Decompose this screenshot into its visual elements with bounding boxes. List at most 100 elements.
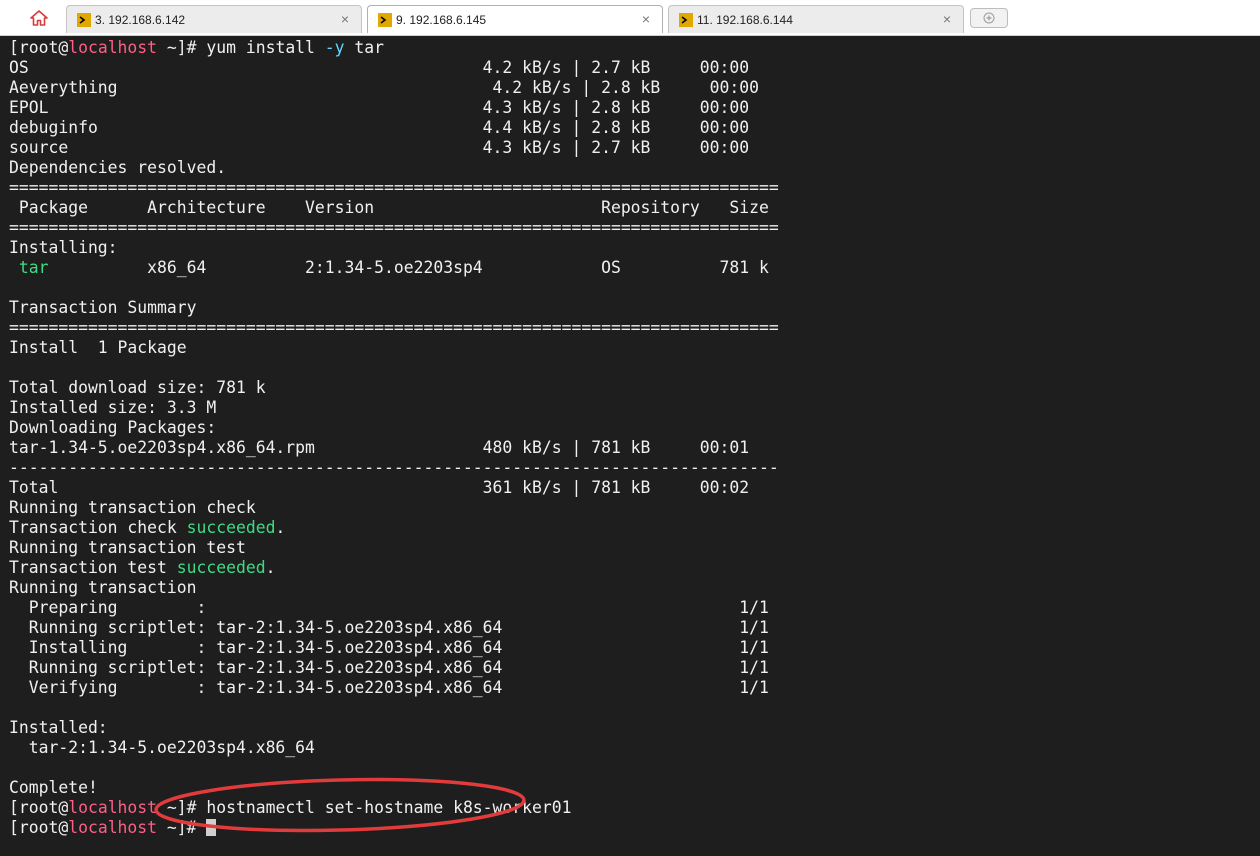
terminal-line: Aeverything 4.2 kB/s | 2.8 kB 00:00 bbox=[9, 78, 779, 98]
terminal-line: source 4.3 kB/s | 2.7 kB 00:00 bbox=[9, 138, 779, 158]
tab-session-9[interactable]: 9. 192.168.6.145 × bbox=[367, 5, 663, 33]
terminal-line: ----------------------------------------… bbox=[9, 458, 779, 478]
terminal-line: Verifying : tar-2:1.34-5.oe2203sp4.x86_6… bbox=[9, 678, 779, 698]
terminal-text-segment: tar-2:1.34-5.oe2203sp4.x86_64 bbox=[9, 738, 315, 757]
new-tab-button[interactable] bbox=[970, 8, 1008, 28]
terminal-text-segment: Transaction Summary bbox=[9, 298, 197, 317]
close-icon[interactable]: × bbox=[943, 11, 951, 27]
terminal-line: [root@localhost ~]# yum install -y tar bbox=[9, 38, 779, 58]
terminal-text-segment: Verifying : tar-2:1.34-5.oe2203sp4.x86_6… bbox=[9, 678, 769, 697]
terminal-text-segment: x86_64 2:1.34-5.oe2203sp4 OS 781 k bbox=[48, 258, 769, 277]
terminal-line: EPOL 4.3 kB/s | 2.8 kB 00:00 bbox=[9, 98, 779, 118]
tab-bar: 3. 192.168.6.142 × 9. 192.168.6.145 × 11… bbox=[0, 0, 1260, 36]
terminal-text-segment: ~]# bbox=[157, 818, 207, 837]
terminal-text-segment: . bbox=[265, 558, 276, 577]
terminal-text-segment: Installing : tar-2:1.34-5.oe2203sp4.x86_… bbox=[9, 638, 769, 657]
terminal-text-segment: Total 361 kB/s | 781 kB 00:02 bbox=[9, 478, 750, 497]
terminal-line: Total 361 kB/s | 781 kB 00:02 bbox=[9, 478, 779, 498]
terminal-text-segment: ----------------------------------------… bbox=[9, 458, 779, 477]
terminal-line: debuginfo 4.4 kB/s | 2.8 kB 00:00 bbox=[9, 118, 779, 138]
terminal-text-segment: Installed size: 3.3 M bbox=[9, 398, 217, 417]
terminal-text-segment: Running scriptlet: tar-2:1.34-5.oe2203sp… bbox=[9, 618, 769, 637]
terminal-line: Transaction Summary bbox=[9, 298, 779, 318]
terminal-line: ========================================… bbox=[9, 318, 779, 338]
terminal-line: tar x86_64 2:1.34-5.oe2203sp4 OS 781 k bbox=[9, 258, 779, 278]
terminal-line: [root@localhost ~]# bbox=[9, 818, 779, 838]
terminal-line: Installed: bbox=[9, 718, 779, 738]
tab-label: 11. 192.168.6.144 bbox=[697, 12, 793, 27]
status-succeeded: succeeded bbox=[186, 518, 276, 537]
terminal-line: Installing : tar-2:1.34-5.oe2203sp4.x86_… bbox=[9, 638, 779, 658]
terminal-text-segment: Installing: bbox=[9, 238, 118, 257]
terminal-text-segment: tar-1.34-5.oe2203sp4.x86_64.rpm 480 kB/s… bbox=[9, 438, 750, 457]
terminal-text-segment: Package Architecture Version Repository … bbox=[9, 198, 769, 217]
terminal-line: ========================================… bbox=[9, 218, 779, 238]
terminal-text-segment: ========================================… bbox=[9, 318, 779, 337]
terminal-line: Downloading Packages: bbox=[9, 418, 779, 438]
tab-label: 9. 192.168.6.145 bbox=[396, 12, 487, 27]
terminal-line: OS 4.2 kB/s | 2.7 kB 00:00 bbox=[9, 58, 779, 78]
terminal-text-segment: source 4.3 kB/s | 2.7 kB 00:00 bbox=[9, 138, 750, 157]
terminal-line: Total download size: 781 k bbox=[9, 378, 779, 398]
terminal-line: Install 1 Package bbox=[9, 338, 779, 358]
terminal-session-icon bbox=[378, 12, 392, 27]
terminal-text-segment: Running transaction bbox=[9, 578, 197, 597]
package-name: tar bbox=[18, 258, 49, 277]
terminal-text-segment: [root@ bbox=[9, 818, 69, 837]
terminal-text-segment: OS 4.2 kB/s | 2.7 kB 00:00 bbox=[9, 58, 750, 77]
terminal-text-segment: Aeverything 4.2 kB/s | 2.8 kB 00:00 bbox=[9, 78, 759, 97]
prompt-hostname: localhost bbox=[68, 38, 158, 57]
terminal-line: Installed size: 3.3 M bbox=[9, 398, 779, 418]
tab-session-11[interactable]: 11. 192.168.6.144 × bbox=[668, 5, 964, 33]
terminal-text-segment: Running transaction test bbox=[9, 538, 246, 557]
terminal-output[interactable]: [root@localhost ~]# yum install -y tar OS… bbox=[0, 36, 1260, 856]
terminal-text-segment: Total download size: 781 k bbox=[9, 378, 266, 397]
terminal-line: Running scriptlet: tar-2:1.34-5.oe2203sp… bbox=[9, 658, 779, 678]
prompt-hostname: localhost bbox=[68, 818, 158, 837]
command-option: -y bbox=[324, 38, 345, 57]
terminal-line: Installing: bbox=[9, 238, 779, 258]
terminal-text-segment: . bbox=[275, 518, 286, 537]
close-icon[interactable]: × bbox=[341, 11, 349, 27]
terminal-text-segment: [root@ bbox=[9, 38, 69, 57]
terminal-text-segment: Transaction test bbox=[9, 558, 177, 577]
terminal-text-segment: Install 1 Package bbox=[9, 338, 187, 357]
terminal-line: Dependencies resolved. bbox=[9, 158, 779, 178]
terminal-text-segment: Downloading Packages: bbox=[9, 418, 217, 437]
terminal-session-icon bbox=[77, 12, 91, 27]
tab-label: 3. 192.168.6.142 bbox=[95, 12, 186, 27]
terminal-line: Complete! bbox=[9, 778, 779, 798]
plus-icon bbox=[983, 12, 995, 24]
terminal-text-segment: Dependencies resolved. bbox=[9, 158, 227, 177]
terminal-text-segment: tar bbox=[344, 38, 385, 57]
terminal-line: Running transaction bbox=[9, 578, 779, 598]
prompt-hostname: localhost bbox=[68, 798, 158, 817]
terminal-line: Running transaction test bbox=[9, 538, 779, 558]
terminal-text-segment: Complete! bbox=[9, 778, 98, 797]
close-icon[interactable]: × bbox=[642, 11, 650, 27]
terminal-text-segment: ~]# hostnamectl set-hostname k8s-worker0… bbox=[157, 798, 572, 817]
terminal-line: Running scriptlet: tar-2:1.34-5.oe2203sp… bbox=[9, 618, 779, 638]
home-button[interactable] bbox=[22, 6, 56, 30]
terminal-line: Transaction check succeeded. bbox=[9, 518, 779, 538]
text-cursor bbox=[206, 819, 217, 836]
terminal-text-segment: debuginfo 4.4 kB/s | 2.8 kB 00:00 bbox=[9, 118, 750, 137]
terminal-line: Running transaction check bbox=[9, 498, 779, 518]
terminal-line: Package Architecture Version Repository … bbox=[9, 198, 779, 218]
terminal-line: ========================================… bbox=[9, 178, 779, 198]
terminal-text-segment: EPOL 4.3 kB/s | 2.8 kB 00:00 bbox=[9, 98, 750, 117]
terminal-text-segment: [root@ bbox=[9, 798, 69, 817]
terminal-line: tar-1.34-5.oe2203sp4.x86_64.rpm 480 kB/s… bbox=[9, 438, 779, 458]
terminal-text-segment: Installed: bbox=[9, 718, 108, 737]
terminal-session-icon bbox=[679, 12, 693, 27]
terminal-line: Preparing : 1/1 bbox=[9, 598, 779, 618]
tab-session-3[interactable]: 3. 192.168.6.142 × bbox=[66, 5, 362, 33]
terminal-text-segment: Preparing : 1/1 bbox=[9, 598, 769, 617]
home-icon bbox=[30, 10, 48, 26]
terminal-text-segment: Running scriptlet: tar-2:1.34-5.oe2203sp… bbox=[9, 658, 769, 677]
